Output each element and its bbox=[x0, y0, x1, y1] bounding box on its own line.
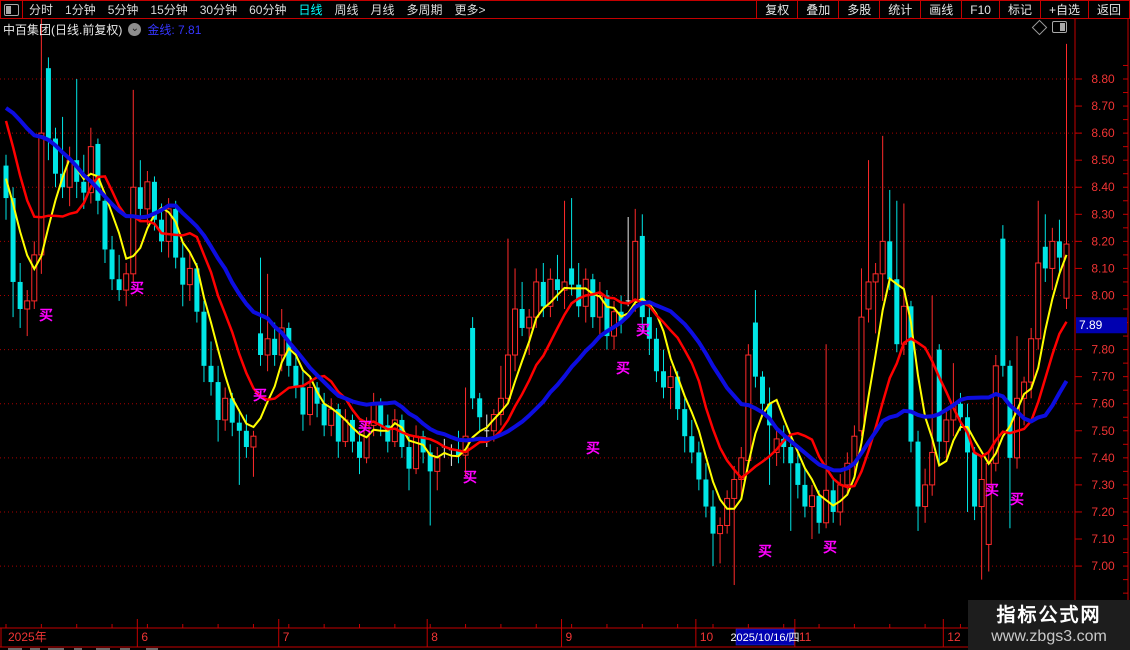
svg-text:8.70: 8.70 bbox=[1091, 99, 1115, 113]
action-button-8[interactable]: 返回 bbox=[1088, 1, 1129, 18]
month-label: 7 bbox=[283, 630, 290, 644]
period-tab-5[interactable]: 60分钟 bbox=[243, 1, 292, 18]
watermark-title: 指标公式网 bbox=[996, 605, 1101, 627]
action-button-4[interactable]: 画线 bbox=[920, 1, 961, 18]
svg-text:8.50: 8.50 bbox=[1091, 153, 1115, 167]
svg-text:8.40: 8.40 bbox=[1091, 180, 1115, 194]
period-tab-2[interactable]: 5分钟 bbox=[102, 1, 145, 18]
svg-text:7.70: 7.70 bbox=[1091, 370, 1115, 384]
period-tab-1[interactable]: 1分钟 bbox=[59, 1, 102, 18]
last-price-badge: 7.89 bbox=[1079, 318, 1103, 332]
buy-signal-marker: 买 bbox=[758, 543, 772, 559]
layout-toggle-button[interactable] bbox=[1, 1, 23, 18]
svg-text:7.60: 7.60 bbox=[1091, 397, 1115, 411]
period-tab-0[interactable]: 分时 bbox=[23, 1, 59, 18]
svg-text:7.40: 7.40 bbox=[1091, 451, 1115, 465]
buy-signal-marker: 买 bbox=[636, 322, 650, 338]
svg-text:8.20: 8.20 bbox=[1091, 234, 1115, 248]
month-label: 9 bbox=[566, 630, 573, 644]
period-tab-3[interactable]: 15分钟 bbox=[144, 1, 193, 18]
svg-text:7.30: 7.30 bbox=[1091, 478, 1115, 492]
buy-signal-marker: 买 bbox=[586, 440, 600, 456]
crosshair-date-badge: 2025/10/16/四 bbox=[730, 632, 799, 644]
action-button-0[interactable]: 复权 bbox=[756, 1, 797, 18]
diamond-icon[interactable] bbox=[1032, 19, 1048, 35]
svg-text:8.80: 8.80 bbox=[1091, 72, 1115, 86]
buy-signal-marker: 买 bbox=[253, 387, 267, 403]
svg-text:7.10: 7.10 bbox=[1091, 532, 1115, 546]
chart-title-bar: 中百集团(日线.前复权) ⌄ 金线: 7.81 bbox=[0, 19, 1070, 40]
month-label: 6 bbox=[141, 630, 148, 644]
period-tab-6[interactable]: 日线 bbox=[292, 1, 328, 18]
period-toolbar: 分时1分钟5分钟15分钟30分钟60分钟日线周线月线多周期更多> 复权叠加多股统… bbox=[0, 0, 1130, 19]
action-button-2[interactable]: 多股 bbox=[838, 1, 879, 18]
month-label: 10 bbox=[700, 630, 714, 644]
period-tab-8[interactable]: 月线 bbox=[365, 1, 401, 18]
svg-text:7.80: 7.80 bbox=[1091, 343, 1115, 357]
action-buttons: 复权叠加多股统计画线F10标记+自选返回 bbox=[756, 1, 1129, 18]
period-tab-4[interactable]: 30分钟 bbox=[194, 1, 243, 18]
title-corner-icons bbox=[1034, 21, 1067, 33]
buy-signal-marker: 买 bbox=[39, 307, 53, 323]
month-label: 12 bbox=[947, 630, 961, 644]
trading-app-window: 买买买买买买买买买买买买8.808.708.608.508.408.308.20… bbox=[0, 0, 1130, 650]
buy-signal-marker: 买 bbox=[130, 280, 144, 296]
buy-signal-marker: 买 bbox=[1010, 491, 1024, 507]
year-label: 2025年 bbox=[8, 630, 47, 644]
chevron-down-icon[interactable]: ⌄ bbox=[128, 23, 141, 36]
action-button-3[interactable]: 统计 bbox=[879, 1, 920, 18]
split-panel-right-icon[interactable] bbox=[1052, 21, 1067, 33]
buy-signal-marker: 买 bbox=[616, 360, 630, 376]
buy-signal-marker: 买 bbox=[985, 482, 999, 498]
svg-text:7.20: 7.20 bbox=[1091, 505, 1115, 519]
svg-text:8.30: 8.30 bbox=[1091, 207, 1115, 221]
candlestick-chart[interactable]: 买买买买买买买买买买买买8.808.708.608.508.408.308.20… bbox=[0, 0, 1130, 650]
stock-name[interactable]: 中百集团(日线.前复权) bbox=[3, 21, 122, 38]
svg-text:8.10: 8.10 bbox=[1091, 261, 1115, 275]
svg-text:7.50: 7.50 bbox=[1091, 424, 1115, 438]
svg-text:7.00: 7.00 bbox=[1091, 559, 1115, 573]
action-button-6[interactable]: 标记 bbox=[999, 1, 1040, 18]
period-tab-7[interactable]: 周线 bbox=[328, 1, 364, 18]
action-button-1[interactable]: 叠加 bbox=[797, 1, 838, 18]
buy-signal-marker: 买 bbox=[358, 419, 372, 435]
site-watermark: 指标公式网 www.zbgs3.com bbox=[968, 600, 1130, 650]
period-tab-9[interactable]: 多周期 bbox=[401, 1, 449, 18]
month-label: 11 bbox=[799, 630, 812, 644]
buy-signal-marker: 买 bbox=[463, 469, 477, 485]
svg-text:8.00: 8.00 bbox=[1091, 288, 1115, 302]
month-label: 8 bbox=[431, 630, 438, 644]
buy-signal-marker: 买 bbox=[823, 539, 837, 555]
split-panel-left-icon bbox=[4, 4, 19, 16]
period-tab-10[interactable]: 更多> bbox=[449, 1, 492, 18]
action-button-7[interactable]: +自选 bbox=[1040, 1, 1088, 18]
watermark-url: www.zbgs3.com bbox=[991, 627, 1107, 646]
action-button-5[interactable]: F10 bbox=[961, 1, 999, 18]
indicator-value: 金线: 7.81 bbox=[147, 21, 201, 38]
svg-text:8.60: 8.60 bbox=[1091, 126, 1115, 140]
period-tabs: 分时1分钟5分钟15分钟30分钟60分钟日线周线月线多周期更多> bbox=[23, 1, 492, 18]
